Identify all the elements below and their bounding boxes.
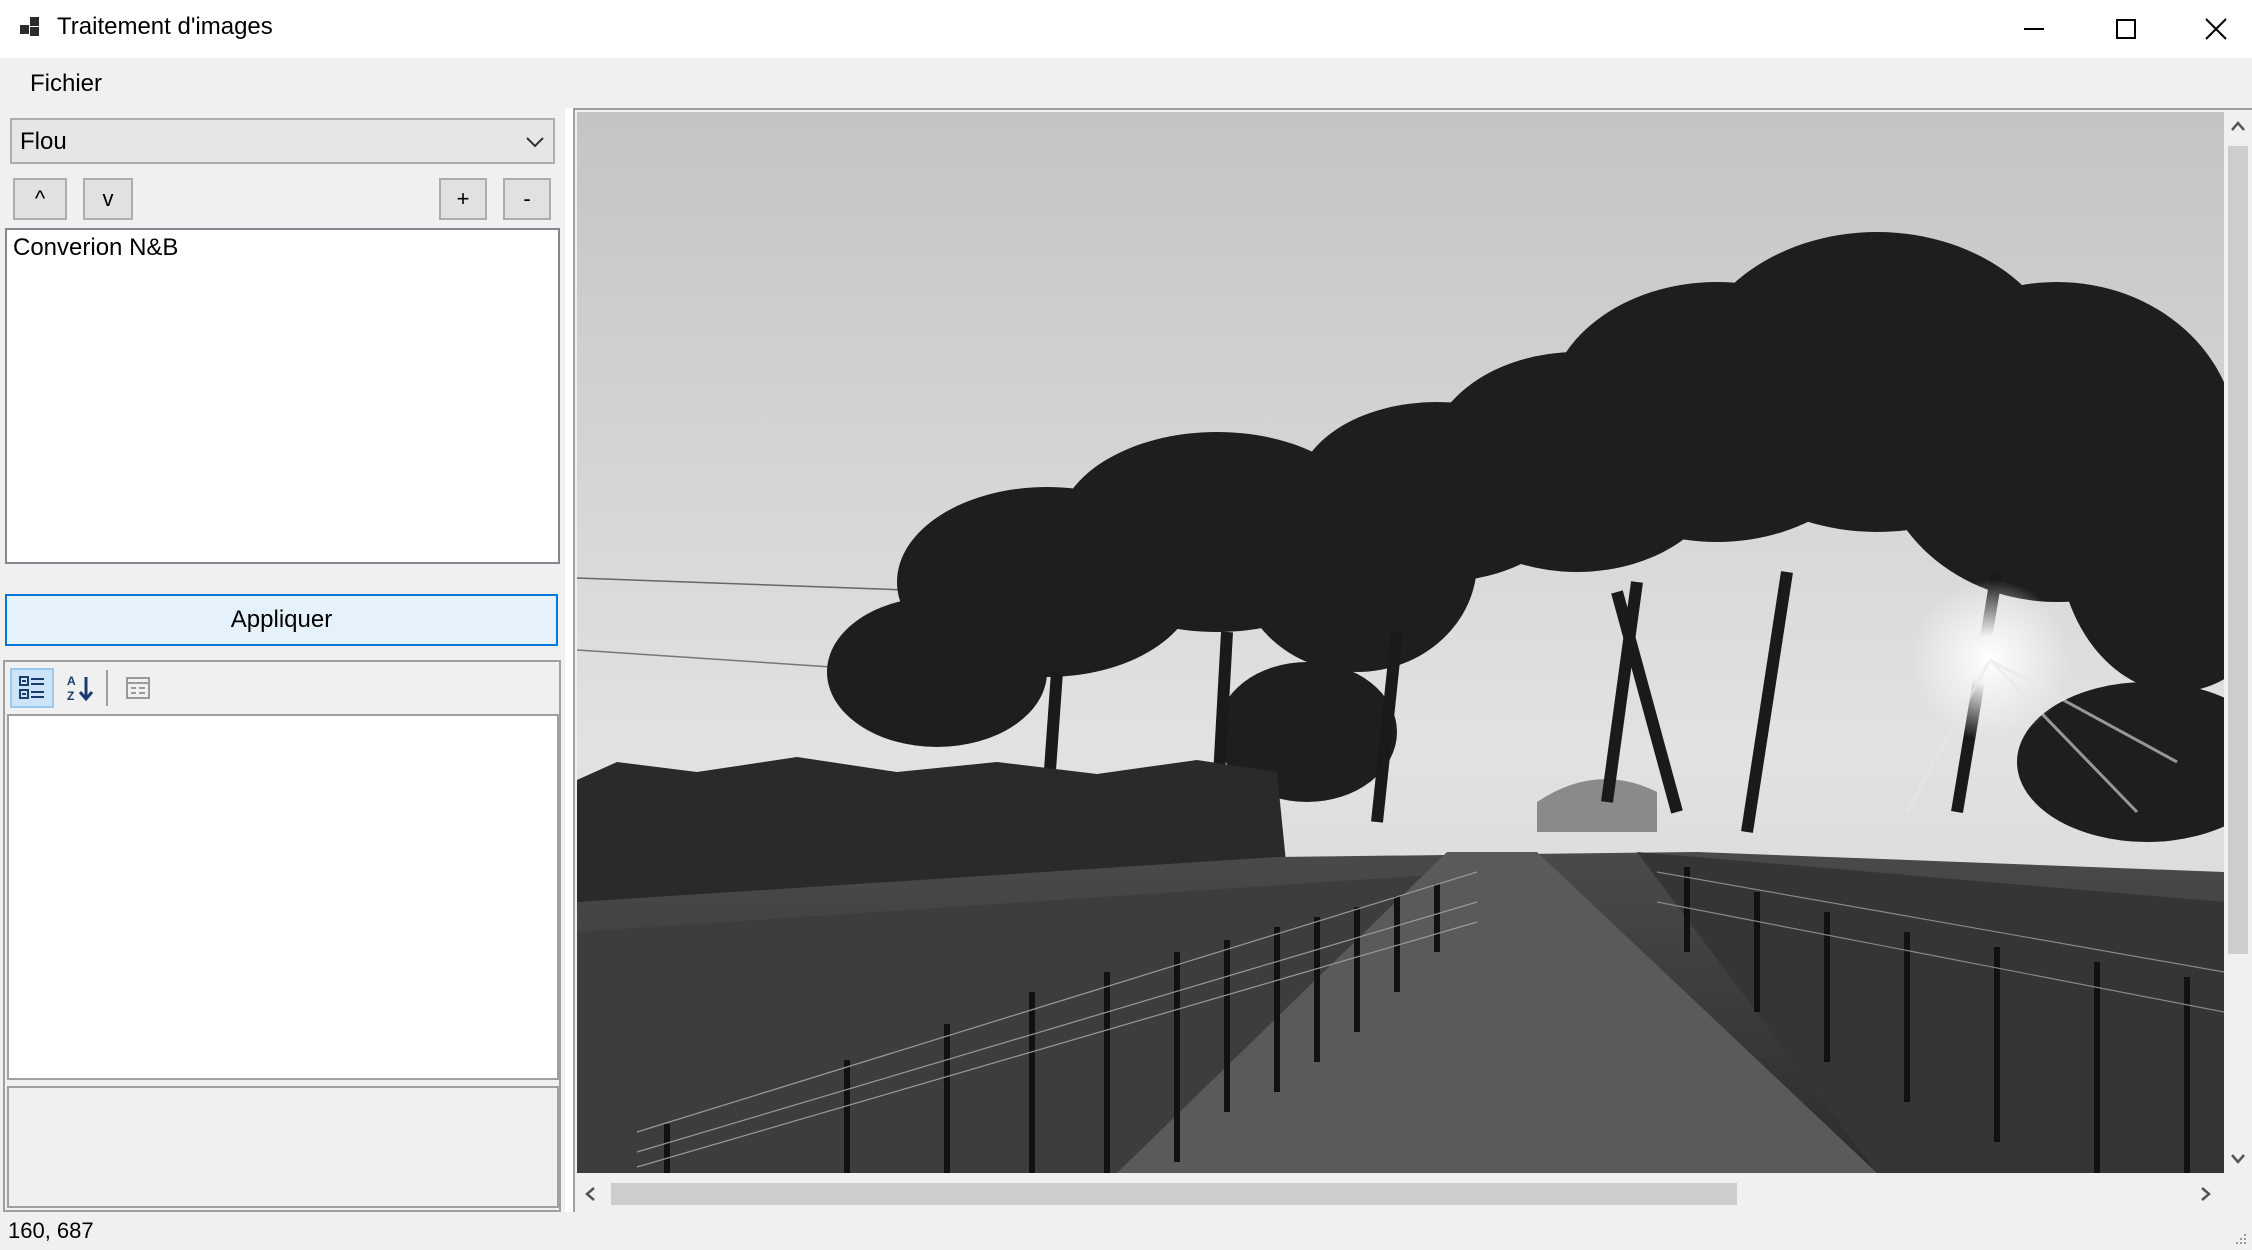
alphabetical-sort-icon: A Z bbox=[67, 674, 94, 703]
categorized-button[interactable] bbox=[10, 668, 54, 708]
property-pages-button bbox=[116, 668, 160, 708]
filter-combobox-value: Flou bbox=[20, 128, 67, 155]
property-grid-view[interactable] bbox=[7, 714, 559, 1080]
move-up-button[interactable]: ^ bbox=[13, 178, 67, 220]
filter-combobox[interactable]: Flou bbox=[10, 118, 555, 164]
chevron-right-icon bbox=[2201, 1187, 2211, 1201]
horizontal-scrollbar[interactable] bbox=[575, 1175, 2224, 1212]
filter-panel: Flou ^ v + - Converion N&B Appliquer A Z bbox=[0, 108, 565, 1212]
close-icon bbox=[2205, 18, 2227, 40]
chevron-down-icon bbox=[2231, 1154, 2245, 1164]
scroll-right-arrow[interactable] bbox=[2191, 1179, 2219, 1209]
chevron-left-icon bbox=[585, 1187, 595, 1201]
svg-text:A: A bbox=[67, 674, 76, 688]
chevron-up-icon bbox=[2231, 121, 2245, 131]
maximize-button[interactable] bbox=[2080, 0, 2172, 58]
image-panel bbox=[573, 108, 2252, 1212]
menu-bar: Fichier bbox=[0, 58, 2252, 108]
apply-button[interactable]: Appliquer bbox=[5, 594, 558, 646]
title-bar: Traitement d'images bbox=[0, 0, 2252, 58]
alphabetical-button[interactable]: A Z bbox=[58, 668, 102, 708]
app-icon bbox=[20, 17, 39, 36]
close-button[interactable] bbox=[2170, 0, 2252, 58]
list-item[interactable]: Converion N&B bbox=[13, 234, 178, 262]
horizontal-scroll-thumb[interactable] bbox=[611, 1183, 1737, 1205]
scroll-down-arrow[interactable] bbox=[2224, 1143, 2252, 1173]
property-grid: A Z bbox=[3, 660, 561, 1212]
property-pages-icon bbox=[126, 677, 150, 699]
grayscale-landscape-image bbox=[577, 112, 2224, 1173]
menu-fichier[interactable]: Fichier bbox=[18, 66, 114, 102]
vertical-scroll-thumb[interactable] bbox=[2228, 146, 2248, 954]
svg-text:Z: Z bbox=[67, 689, 74, 703]
maximize-icon bbox=[2116, 19, 2136, 39]
image-preview[interactable] bbox=[577, 112, 2224, 1173]
remove-filter-button[interactable]: - bbox=[503, 178, 551, 220]
property-description-pane bbox=[7, 1086, 559, 1208]
minimize-button[interactable] bbox=[1988, 0, 2080, 58]
vertical-scrollbar[interactable] bbox=[2224, 110, 2252, 1175]
cursor-coordinates: 160, 687 bbox=[8, 1218, 94, 1243]
move-down-button[interactable]: v bbox=[83, 178, 133, 220]
chevron-down-icon bbox=[526, 137, 544, 148]
resize-grip-icon[interactable] bbox=[2232, 1230, 2248, 1246]
minimize-icon bbox=[2024, 28, 2044, 30]
toolbar-separator bbox=[106, 670, 108, 706]
status-bar: 160, 687 bbox=[0, 1212, 2252, 1250]
window-title: Traitement d'images bbox=[57, 13, 273, 40]
filter-list[interactable]: Converion N&B bbox=[5, 228, 560, 564]
scroll-left-arrow[interactable] bbox=[577, 1179, 605, 1209]
add-filter-button[interactable]: + bbox=[439, 178, 487, 220]
property-grid-toolbar: A Z bbox=[5, 662, 559, 712]
scroll-up-arrow[interactable] bbox=[2224, 112, 2252, 142]
categorized-icon bbox=[19, 676, 44, 699]
